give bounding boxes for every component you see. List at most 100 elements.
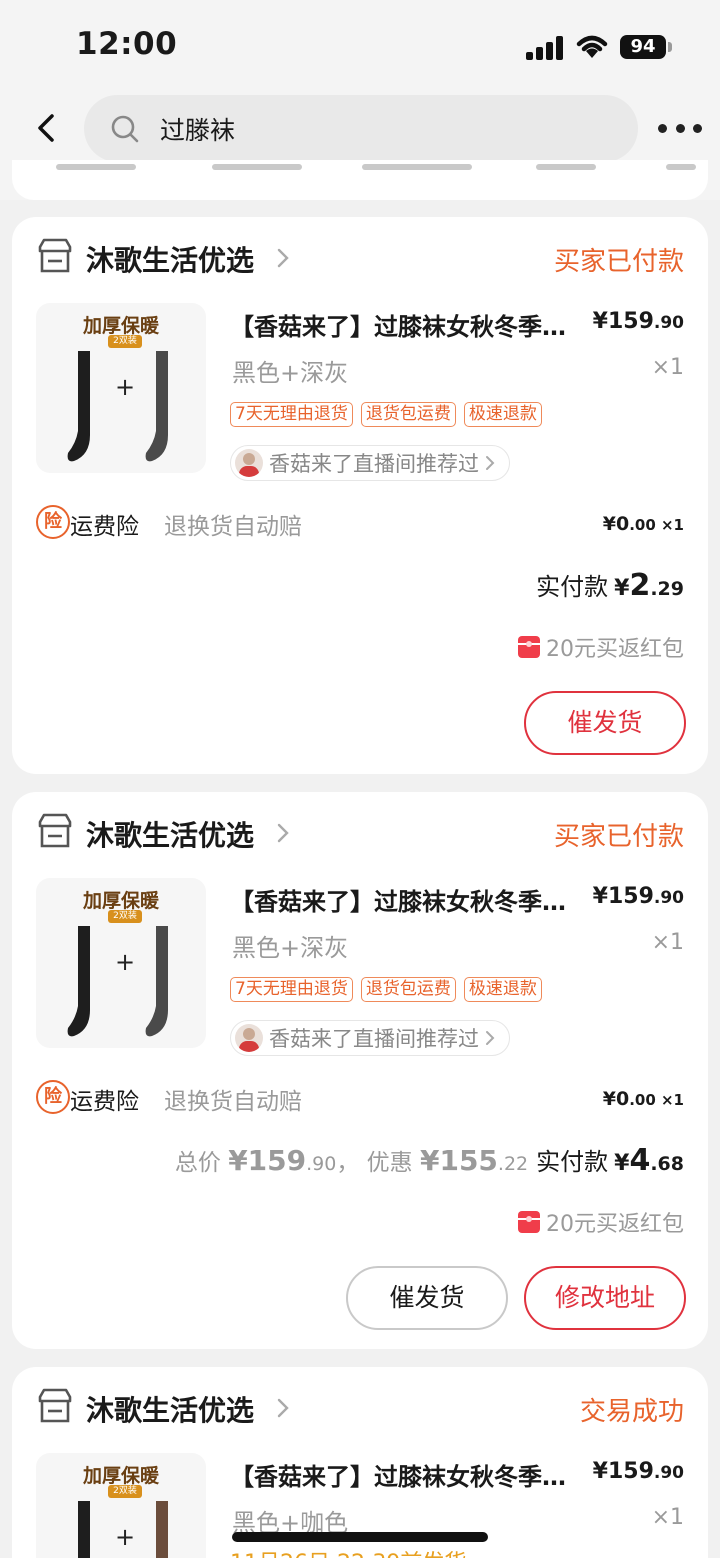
image-badge: 2双装 <box>108 1485 142 1498</box>
chevron-right-icon <box>277 823 289 843</box>
battery-icon: 94 <box>620 35 666 59</box>
chevron-left-icon <box>38 114 54 142</box>
insurance-badge: 险 <box>36 505 70 539</box>
urge-shipping-button[interactable]: 催发货 <box>524 691 686 755</box>
product-sku: 黑色+深灰 <box>232 934 349 962</box>
tag-no-reason-return: 7天无理由退货 <box>230 977 353 1002</box>
total-dec: .90 <box>306 1153 337 1175</box>
product-qty: ×1 <box>651 355 684 380</box>
payment-dec: .29 <box>650 578 684 600</box>
payment-amount: ¥2.29 <box>614 568 684 603</box>
back-button[interactable] <box>28 108 64 148</box>
recommend-chip[interactable]: 香菇来了直播间推荐过 <box>230 445 510 481</box>
shop-icon <box>38 813 72 848</box>
shipping-insurance-row: 险 运费险 退换货自动赔 ¥0.00 ×1 <box>12 503 708 543</box>
red-packet-icon <box>518 1211 540 1233</box>
payment-dec: .68 <box>650 1153 684 1175</box>
chevron-right-icon <box>277 1398 289 1418</box>
product-image[interactable]: 加厚保暖 2双装 + <box>36 1453 206 1558</box>
image-badge: 2双装 <box>108 335 142 348</box>
discount-label: 优惠 <box>366 1150 413 1176</box>
image-title: 加厚保暖 <box>82 1465 159 1487</box>
change-address-button[interactable]: 修改地址 <box>524 1266 686 1330</box>
insurance-name: 运费险 <box>70 1089 139 1115</box>
product-price: ¥159.90 <box>593 884 684 909</box>
summary-separator: ， <box>336 1150 360 1176</box>
more-dot <box>693 123 702 133</box>
order-status: 交易成功 <box>579 1397 684 1427</box>
redpacket-row[interactable]: 20元买返红包 <box>518 1206 684 1238</box>
price-int: ¥159 <box>592 309 654 334</box>
shop-name[interactable]: 沐歌生活优选 <box>86 814 254 854</box>
image-plus: + <box>115 373 136 401</box>
payment-int: 2 <box>629 568 651 603</box>
recommend-text: 香菇来了直播间推荐过 <box>269 1027 479 1051</box>
product-title[interactable]: 【香菇来了】过膝袜女秋冬季… <box>230 307 566 342</box>
insurance-price-dec: .00 ×1 <box>629 516 684 534</box>
shop-icon <box>38 238 72 273</box>
ship-deadline: 11月26日 22:39前发货 <box>230 1545 466 1558</box>
order-card[interactable]: 沐歌生活优选 买家已付款 加厚保暖 2双装 + 【香菇来了】过膝袜女秋冬季… ¥… <box>12 217 708 774</box>
battery-tip <box>668 42 672 52</box>
urge-shipping-button[interactable]: 催发货 <box>346 1266 508 1330</box>
search-bar[interactable]: 过滕袜 <box>84 95 638 162</box>
price-dec: .90 <box>653 1463 684 1483</box>
price-dec: .90 <box>653 888 684 908</box>
product-title[interactable]: 【香菇来了】过膝袜女秋冬季… <box>230 1457 566 1492</box>
insurance-desc: 退换货自动赔 <box>164 514 302 540</box>
total-label: 总价 <box>174 1150 221 1176</box>
shop-icon <box>38 1388 72 1423</box>
service-tags: 7天无理由退货 退货包运费 极速退款 <box>230 977 542 1002</box>
redpacket-text: 20元买返红包 <box>546 1212 684 1237</box>
recommend-chip[interactable]: 香菇来了直播间推荐过 <box>230 1020 510 1056</box>
image-plus: + <box>115 1523 136 1551</box>
price-dec: .90 <box>653 313 684 333</box>
tag-fast-refund: 极速退款 <box>463 402 542 427</box>
shop-header[interactable]: 沐歌生活优选 买家已付款 <box>12 810 708 858</box>
order-card[interactable]: 沐歌生活优选 交易成功 加厚保暖 2双装 + 【香菇来了】过膝袜女秋冬季… ¥1… <box>12 1367 708 1558</box>
search-query: 过滕袜 <box>160 115 236 145</box>
payment-int: 4 <box>629 1143 651 1178</box>
insurance-name: 运费险 <box>70 514 139 540</box>
product-price: ¥159.90 <box>593 309 684 334</box>
order-status: 买家已付款 <box>553 247 684 277</box>
recommend-text: 香菇来了直播间推荐过 <box>269 452 479 476</box>
chevron-right-icon <box>486 1031 495 1045</box>
shop-name[interactable]: 沐歌生活优选 <box>86 1389 254 1429</box>
signal-icon <box>526 36 564 60</box>
image-plus: + <box>115 948 136 976</box>
price-int: ¥159 <box>592 884 654 909</box>
chevron-right-icon <box>486 456 495 470</box>
more-dots-icon <box>658 123 667 133</box>
payment-label: 实付款 <box>536 1148 609 1176</box>
insurance-price-int: ¥0 <box>602 513 630 535</box>
payment-label: 实付款 <box>536 573 609 601</box>
insurance-price-dec: .00 ×1 <box>629 1091 684 1109</box>
shop-name[interactable]: 沐歌生活优选 <box>86 239 254 279</box>
shop-header[interactable]: 沐歌生活优选 交易成功 <box>12 1385 708 1433</box>
product-image[interactable]: 加厚保暖 2双装 + <box>36 303 206 473</box>
order-status: 买家已付款 <box>553 822 684 852</box>
payment-currency: ¥ <box>614 576 630 601</box>
order-card[interactable]: 沐歌生活优选 买家已付款 加厚保暖 2双装 + 【香菇来了】过膝袜女秋冬季… ¥… <box>12 792 708 1349</box>
insurance-price-int: ¥0 <box>602 1088 630 1110</box>
image-badge: 2双装 <box>108 910 142 923</box>
product-qty: ×1 <box>651 1505 684 1530</box>
product-title[interactable]: 【香菇来了】过膝袜女秋冬季… <box>230 882 566 917</box>
redpacket-row[interactable]: 20元买返红包 <box>518 631 684 663</box>
payment-row: 实付款 ¥2.29 <box>536 567 684 603</box>
order-summary: 总价 ¥159.90， 优惠 ¥155.22 <box>175 1143 528 1177</box>
shop-header[interactable]: 沐歌生活优选 买家已付款 <box>12 235 708 283</box>
more-button[interactable] <box>658 120 702 136</box>
home-indicator[interactable] <box>232 1532 488 1542</box>
product-sku: 黑色+深灰 <box>232 359 349 387</box>
insurance-badge: 险 <box>36 1080 70 1114</box>
price-int: ¥159 <box>592 1459 654 1484</box>
product-price: ¥159.90 <box>593 1459 684 1484</box>
red-packet-icon <box>518 636 540 658</box>
image-title: 加厚保暖 <box>82 890 159 912</box>
status-bar: 12:00 94 <box>0 0 720 90</box>
payment-row: 总价 ¥159.90， 优惠 ¥155.22 实付款 ¥4.68 <box>175 1142 684 1178</box>
insurance-price: ¥0.00 ×1 <box>603 513 684 535</box>
product-image[interactable]: 加厚保暖 2双装 + <box>36 878 206 1048</box>
